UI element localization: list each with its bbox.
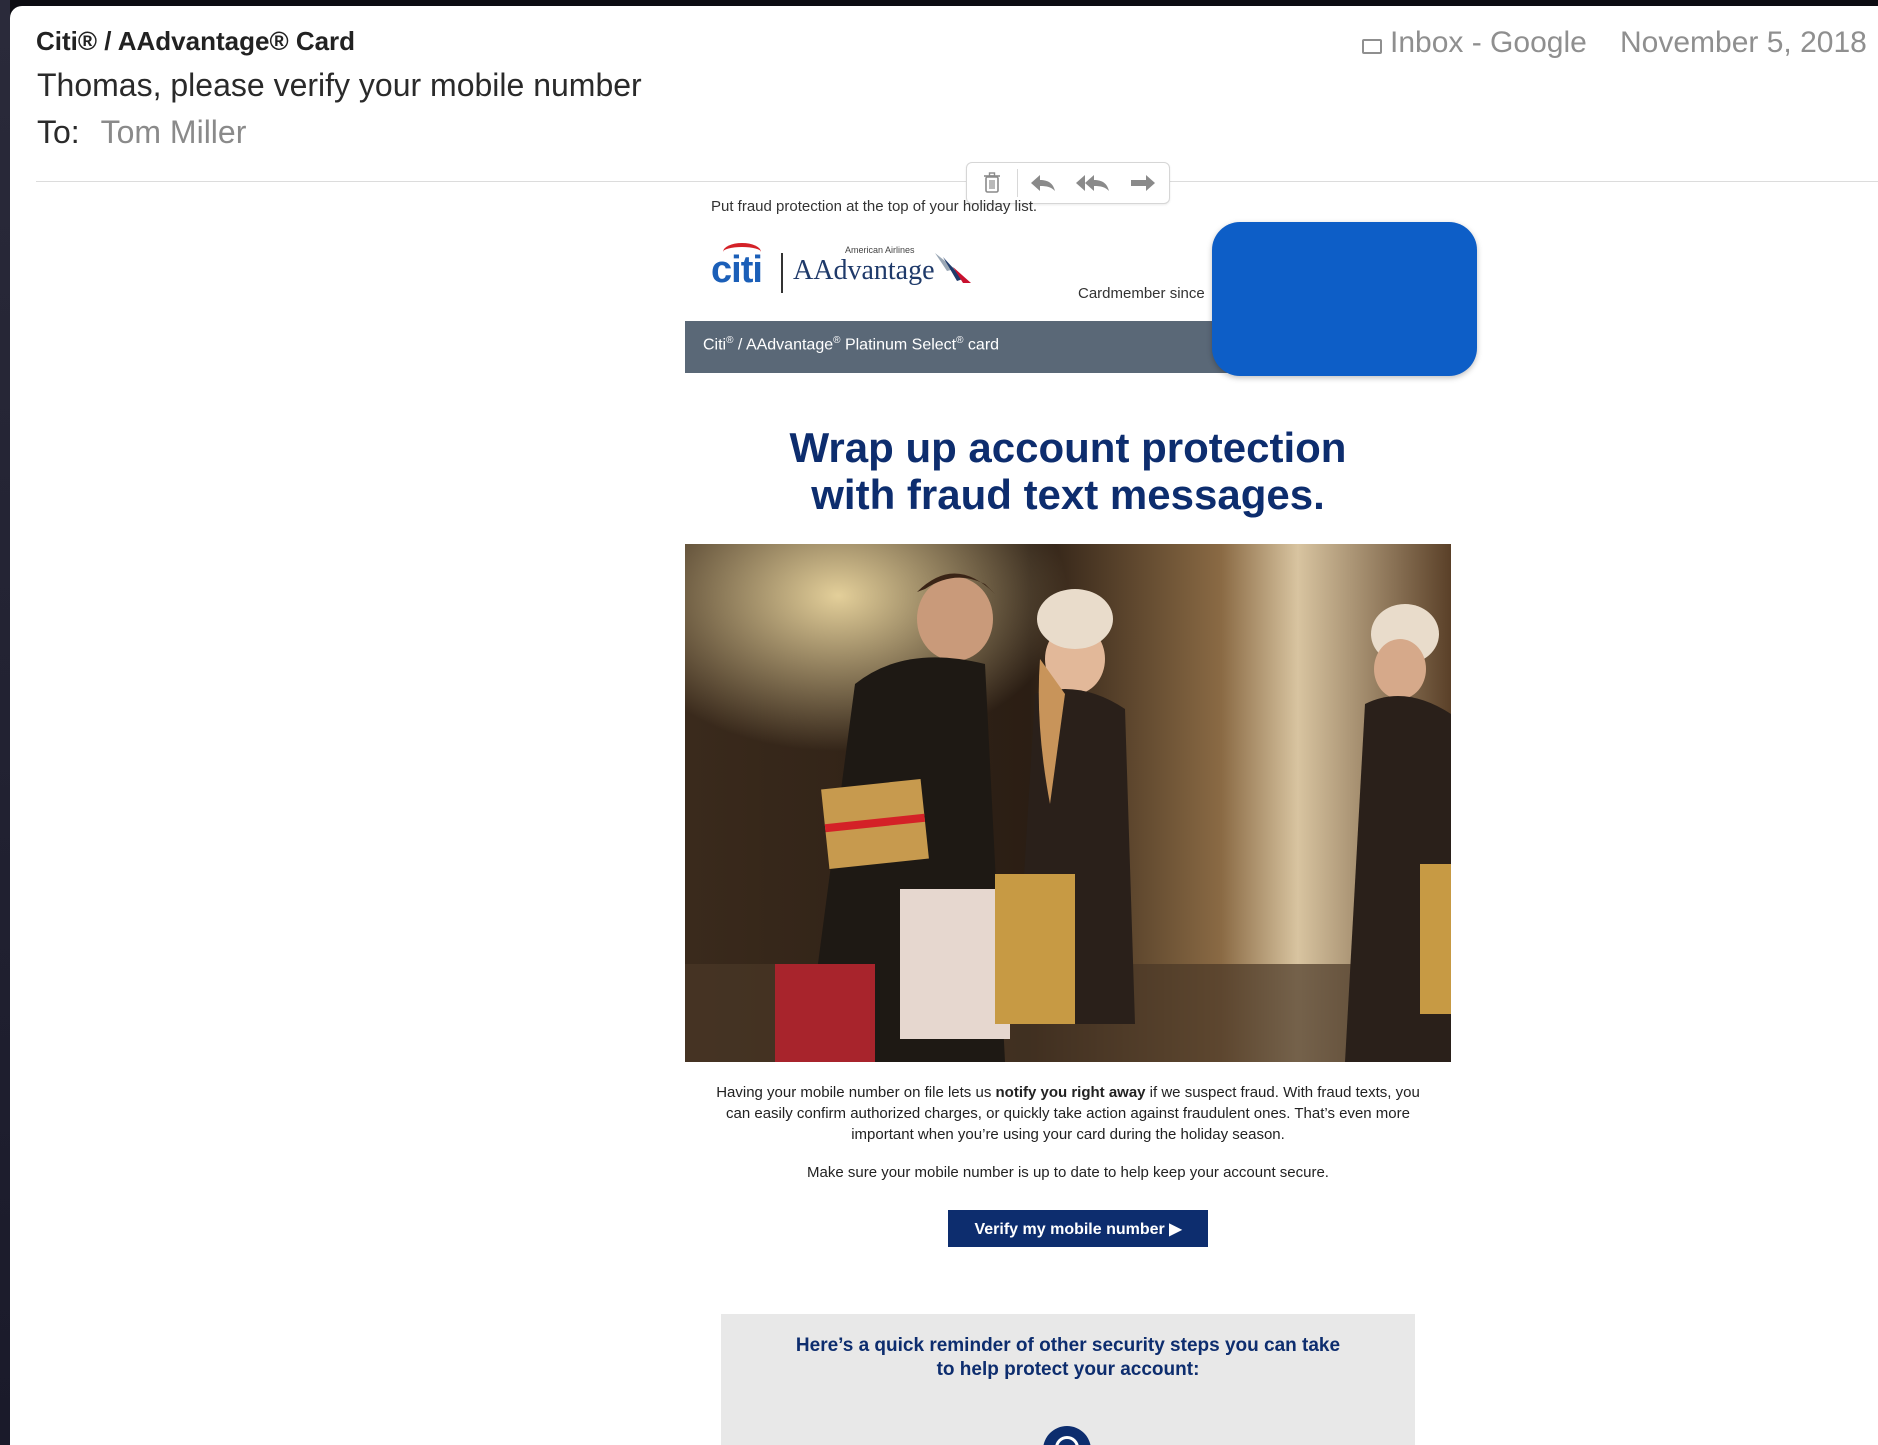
window-edge bbox=[0, 0, 10, 1445]
headline-line-1: Wrap up account protection bbox=[789, 424, 1347, 471]
body-paragraph-1: Having your mobile number on file lets u… bbox=[716, 1084, 1420, 1143]
mailbox-name: Inbox - Google bbox=[1390, 26, 1587, 59]
forward-icon[interactable] bbox=[1118, 163, 1168, 203]
email-headline: Wrap up account protection with fraud te… bbox=[685, 424, 1451, 518]
preheader-text: Put fraud protection at the top of your … bbox=[711, 198, 1038, 215]
hero-image-holiday-shoppers bbox=[685, 544, 1451, 1062]
mail-window: Citi® / AAdvantage® Card Thomas, please … bbox=[10, 6, 1878, 1445]
to-label: To: bbox=[37, 114, 80, 150]
trash-icon[interactable] bbox=[967, 163, 1017, 203]
citi-logo: citi bbox=[711, 249, 763, 291]
header-divider bbox=[36, 181, 1878, 182]
redaction-box bbox=[1212, 222, 1477, 376]
card-product-name: Citi® / AAdvantage® Platinum Select® car… bbox=[703, 335, 1000, 354]
sender-name: Citi® / AAdvantage® Card bbox=[36, 26, 356, 56]
email-date: November 5, 2018 bbox=[1620, 26, 1867, 59]
reply-all-icon[interactable] bbox=[1068, 163, 1118, 203]
folder-icon bbox=[1362, 38, 1382, 54]
aa-eagle-icon bbox=[935, 253, 971, 283]
cardmember-since: Cardmember since bbox=[1078, 285, 1205, 302]
headline-line-2: with fraud text messages. bbox=[811, 471, 1325, 518]
email-subject: Thomas, please verify your mobile number bbox=[37, 67, 642, 103]
body-paragraph-2: Make sure your mobile number is up to da… bbox=[807, 1164, 1329, 1181]
aadvantage-logo: AAdvantage bbox=[793, 255, 935, 286]
reminder-heading: Here’s a quick reminder of other securit… bbox=[795, 1335, 1341, 1380]
reply-icon[interactable] bbox=[1018, 163, 1068, 203]
verify-mobile-button[interactable]: Verify my mobile number ▶ bbox=[948, 1210, 1208, 1247]
logo-divider bbox=[781, 253, 783, 293]
american-airlines-label: American Airlines bbox=[845, 245, 915, 255]
mailbox-label[interactable]: Inbox - Google bbox=[1362, 26, 1587, 60]
security-reminder-box: Here’s a quick reminder of other securit… bbox=[721, 1314, 1415, 1445]
recipient-name[interactable]: Tom Miller bbox=[101, 114, 247, 150]
recipient-row: To: Tom Miller bbox=[37, 114, 246, 151]
security-lock-icon bbox=[1043, 1426, 1091, 1445]
